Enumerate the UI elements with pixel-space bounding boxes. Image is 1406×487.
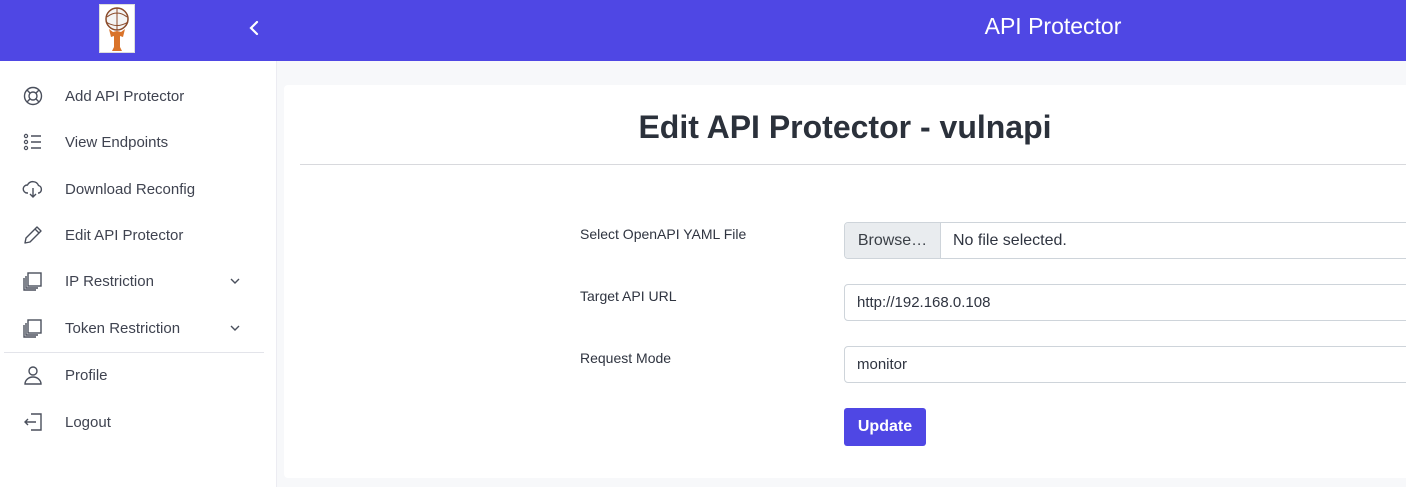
sidebar-item-label: Download Reconfig <box>65 180 196 198</box>
url-field-label: Target API URL <box>580 288 677 304</box>
sidebar-item-label: Add API Protector <box>65 87 185 105</box>
stack-icon <box>23 319 42 338</box>
title-divider <box>300 164 1406 165</box>
sidebar-item-label: View Endpoints <box>65 133 169 151</box>
lifebuoy-icon <box>23 86 43 106</box>
sidebar-item-edit-api-protector[interactable]: Edit API Protector <box>0 213 276 257</box>
top-header: API Protector <box>0 0 1406 61</box>
pencil-icon <box>24 226 42 244</box>
sidebar-item-profile[interactable]: Profile <box>0 353 276 397</box>
list-icon <box>23 133 41 151</box>
logout-icon <box>24 413 42 431</box>
page-title: Edit API Protector - vulnapi <box>638 109 1052 145</box>
request-mode-input[interactable] <box>844 346 1406 383</box>
target-url-input[interactable] <box>844 284 1406 321</box>
sidebar-collapse-button[interactable] <box>244 18 264 38</box>
chevron-down-icon <box>230 278 240 284</box>
chevron-down-icon <box>230 325 240 331</box>
atlas-logo[interactable] <box>99 4 135 53</box>
edit-form-card: Edit API Protector - vulnapi Select Open… <box>284 85 1406 478</box>
sidebar-item-add-api-protector[interactable]: Add API Protector <box>0 74 276 118</box>
sidebar-item-label: Logout <box>65 413 111 431</box>
sidebar-item-label: Token Restriction <box>65 319 181 337</box>
sidebar-item-download-reconfig[interactable]: Download Reconfig <box>0 167 276 211</box>
stack-icon <box>23 272 42 291</box>
sidebar-item-token-restriction[interactable]: Token Restriction <box>0 306 276 350</box>
sidebar-item-ip-restriction[interactable]: IP Restriction <box>0 259 276 303</box>
sidebar-item-label: IP Restriction <box>65 272 154 290</box>
file-field-label: Select OpenAPI YAML File <box>580 226 747 242</box>
file-status-text: No file selected. <box>953 231 1067 249</box>
sidebar-item-logout[interactable]: Logout <box>0 400 276 444</box>
openapi-file-input[interactable]: Browse… No file selected. <box>844 222 1406 259</box>
update-button[interactable]: Update <box>844 408 926 446</box>
sidebar-item-label: Edit API Protector <box>65 226 184 244</box>
sidebar: Add API Protector View Endpoints Downloa… <box>0 61 277 487</box>
browse-button[interactable]: Browse… <box>845 223 941 258</box>
cloud-download-icon <box>22 180 43 198</box>
mode-field-label: Request Mode <box>580 350 672 366</box>
app-title: API Protector <box>984 13 1122 39</box>
user-icon <box>24 366 42 385</box>
sidebar-item-label: Profile <box>65 366 108 384</box>
chevron-left-icon <box>249 20 259 36</box>
sidebar-item-view-endpoints[interactable]: View Endpoints <box>0 120 276 164</box>
